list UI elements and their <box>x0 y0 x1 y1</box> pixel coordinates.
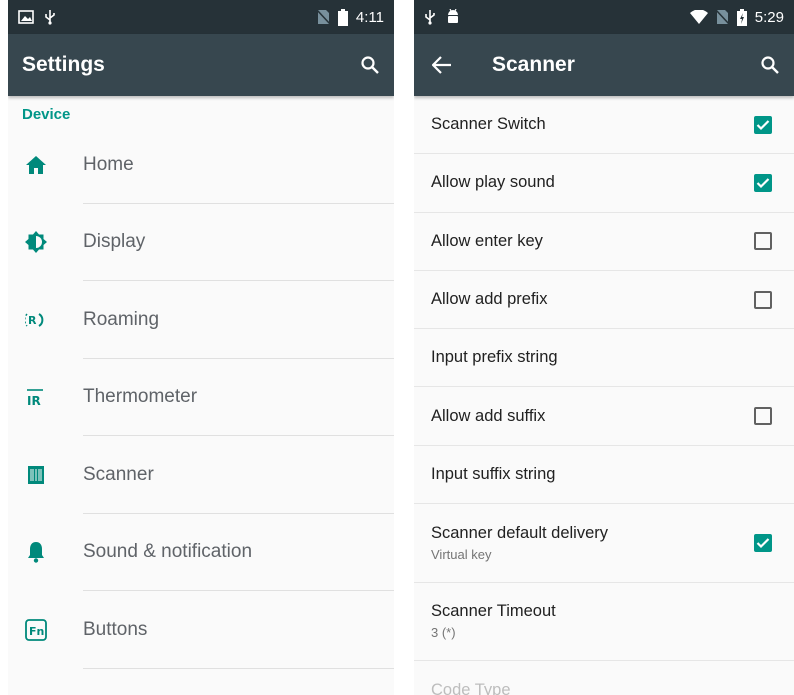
pref-summary: Virtual key <box>431 546 492 562</box>
section-header-device: Device <box>22 106 71 123</box>
pref-title: Scanner Timeout <box>431 602 556 621</box>
roaming-icon: R <box>24 308 48 332</box>
clock-time: 5:29 <box>754 8 784 26</box>
no-sim-icon <box>316 9 330 25</box>
settings-item-home[interactable]: Home <box>8 126 394 204</box>
checkbox-checked[interactable] <box>754 533 772 552</box>
svg-text:R: R <box>28 314 37 327</box>
settings-item-label: Home <box>83 153 134 175</box>
brightness-icon <box>24 230 48 254</box>
scanner-screen: 5:29 Scanner Scanner Switch Allow play s… <box>414 0 794 695</box>
wifi-icon <box>689 10 708 24</box>
settings-item-label: Thermometer <box>83 386 198 408</box>
pref-allow-enter-key[interactable]: Allow enter key <box>414 213 794 271</box>
pref-title: Code Type <box>431 680 511 695</box>
pref-allow-add-prefix[interactable]: Allow add prefix <box>414 271 794 330</box>
pref-code-type[interactable]: Code Type <box>414 661 794 695</box>
clock-time: 4:11 <box>355 8 384 26</box>
pref-title: Input prefix string <box>431 348 558 367</box>
pref-title: Input suffix string <box>431 464 556 483</box>
usb-icon <box>424 9 436 25</box>
search-icon[interactable] <box>760 55 780 75</box>
bell-icon <box>24 540 48 564</box>
checkbox-unchecked[interactable] <box>754 407 772 426</box>
pref-scanner-switch[interactable]: Scanner Switch <box>414 96 794 155</box>
pref-title: Allow play sound <box>431 173 555 192</box>
pref-input-suffix-string[interactable]: Input suffix string <box>414 446 794 505</box>
fn-icon: Fn <box>24 618 48 642</box>
pref-scanner-timeout[interactable]: Scanner Timeout 3 (*) <box>414 583 794 662</box>
preference-list: Scanner Switch Allow play sound Allow en… <box>414 96 794 695</box>
status-bar: 4:11 <box>8 0 394 34</box>
pref-input-prefix-string[interactable]: Input prefix string <box>414 329 794 388</box>
settings-item-label: Display <box>83 231 146 253</box>
settings-screen: 4:11 Settings Device Home Display R Roam… <box>8 0 394 695</box>
divider <box>83 667 394 669</box>
pref-title: Allow enter key <box>431 231 543 250</box>
page-title: Scanner <box>492 53 575 76</box>
svg-text:Fn: Fn <box>29 625 44 638</box>
app-toolbar: Settings <box>8 34 394 96</box>
checkbox-checked[interactable] <box>754 173 772 192</box>
status-bar: 5:29 <box>414 0 794 34</box>
settings-item-label: Roaming <box>83 308 160 330</box>
settings-item-label: Scanner <box>83 463 154 485</box>
checkbox-unchecked[interactable] <box>754 232 772 251</box>
svg-text:IR: IR <box>27 394 41 407</box>
settings-item-buttons[interactable]: Fn Buttons <box>8 591 394 669</box>
usb-icon <box>44 9 56 25</box>
no-sim-icon <box>715 9 729 25</box>
checkbox-checked[interactable] <box>754 115 772 134</box>
back-arrow-icon[interactable] <box>432 56 452 74</box>
settings-item-display[interactable]: Display <box>8 204 394 281</box>
settings-item-sound[interactable]: Sound & notification <box>8 514 394 591</box>
pref-title: Scanner Switch <box>431 115 546 134</box>
home-icon <box>24 153 48 177</box>
search-icon[interactable] <box>360 55 380 75</box>
settings-item-label: Sound & notification <box>83 541 253 563</box>
app-toolbar: Scanner <box>414 34 794 96</box>
page-title: Settings <box>22 53 105 76</box>
scanner-icon <box>24 463 48 487</box>
battery-icon <box>337 8 348 26</box>
pref-allow-add-suffix[interactable]: Allow add suffix <box>414 387 794 446</box>
pref-summary: 3 (*) <box>431 625 456 641</box>
battery-charging-icon <box>736 8 747 26</box>
settings-item-roaming[interactable]: R Roaming <box>8 281 394 359</box>
pref-title: Allow add prefix <box>431 290 548 309</box>
settings-item-thermometer[interactable]: IR Thermometer <box>8 359 394 436</box>
pref-title: Scanner default delivery <box>431 523 609 542</box>
pref-title: Allow add suffix <box>431 406 546 425</box>
image-icon <box>18 10 34 24</box>
pref-allow-play-sound[interactable]: Allow play sound <box>414 154 794 213</box>
checkbox-unchecked[interactable] <box>754 290 772 309</box>
android-icon <box>446 9 460 25</box>
settings-item-scanner[interactable]: Scanner <box>8 436 394 514</box>
settings-item-label: Buttons <box>83 618 148 640</box>
pref-scanner-default-delivery[interactable]: Scanner default delivery Virtual key <box>414 504 794 583</box>
ir-icon: IR <box>24 385 48 409</box>
